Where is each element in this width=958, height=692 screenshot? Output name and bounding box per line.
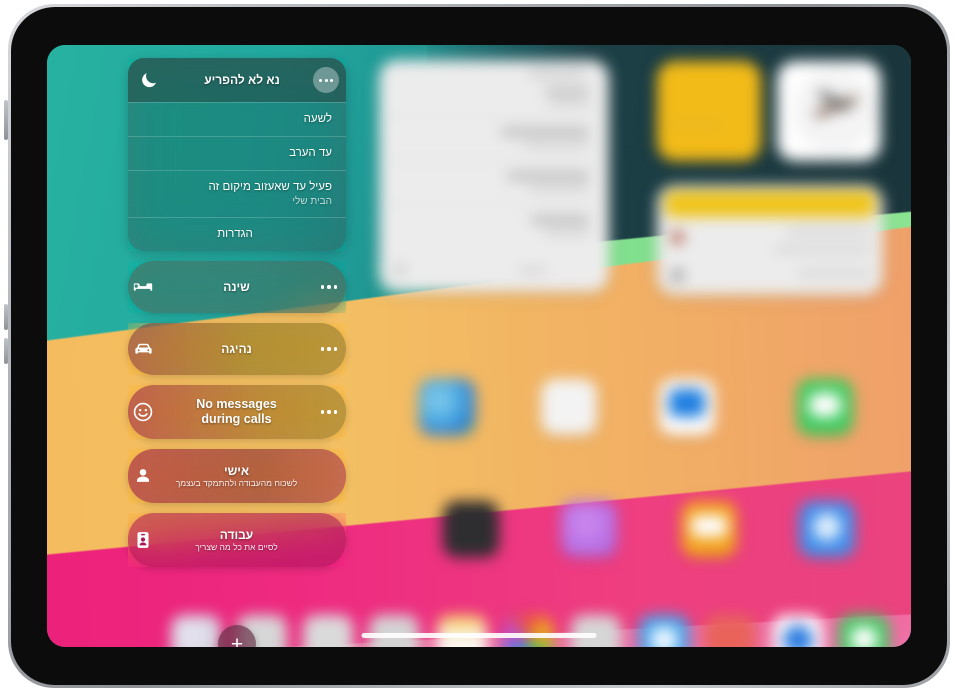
- option-label: פעיל עד שאעזוב מיקום זה: [208, 181, 332, 193]
- home-indicator[interactable]: [361, 633, 597, 638]
- focus-mode-no-messages-during-calls[interactable]: No messages during calls: [128, 385, 346, 439]
- dot-2: [327, 285, 331, 289]
- focus-mode-driving[interactable]: נהיגה: [128, 323, 346, 375]
- focus-mode-sleep[interactable]: שינה: [128, 261, 346, 313]
- dot-2: [327, 347, 331, 351]
- volume-button-up[interactable]: [4, 304, 8, 330]
- focus-mode-text: שינה: [169, 280, 304, 294]
- moon-icon: [135, 66, 163, 94]
- dot-1: [333, 347, 338, 351]
- dot-1: [333, 285, 338, 289]
- reminders-widget[interactable]: [657, 185, 883, 295]
- new-focus-section: + מצב ריכוז חדש: [128, 625, 346, 647]
- focus-mode-title: נהיגה: [221, 342, 252, 356]
- more-options-button[interactable]: [312, 332, 346, 366]
- add-focus-button[interactable]: +: [218, 625, 256, 647]
- focus-mode-personal[interactable]: אישי לשכוח מהעבודה ולהתמקד בעצמך: [128, 449, 346, 503]
- focus-mode-work[interactable]: עבודה לסיים את כל מה שצריך: [128, 513, 346, 567]
- option-label: עד הערב: [289, 147, 332, 159]
- more-options-button[interactable]: [313, 67, 339, 93]
- focus-mode-title: עבודה: [219, 527, 254, 542]
- notes-widget[interactable]: [657, 61, 761, 161]
- dock-icon-10-inner: [783, 625, 813, 647]
- focus-mode-subtitle: לסיים את כל מה שצריך: [195, 541, 278, 552]
- car-icon: [128, 334, 158, 364]
- dot-3: [319, 78, 322, 82]
- dnd-option-settings[interactable]: הגדרות: [128, 217, 346, 251]
- dot-1: [330, 78, 333, 82]
- app-icon-7-inner: [691, 515, 727, 537]
- focus-mode-title: שינה: [223, 280, 250, 294]
- dot-2: [324, 78, 328, 82]
- option-label: לשעה: [303, 113, 332, 125]
- dot-2: [327, 410, 331, 414]
- dock-icon-4[interactable]: [369, 615, 419, 647]
- focus-mode-text: עבודה לסיים את כל מה שצריך: [169, 528, 304, 553]
- more-options-button[interactable]: [312, 270, 346, 304]
- dock-icon-11-inner: [851, 627, 877, 647]
- volume-button-down[interactable]: [4, 338, 8, 364]
- do-not-disturb-header[interactable]: נא לא להפריע: [128, 58, 346, 102]
- do-not-disturb-card[interactable]: נא לא להפריע לשעה עד הערב פעיל עד שאעזוב…: [128, 58, 346, 251]
- focus-control-center: נא לא להפריע לשעה עד הערב פעיל עד שאעזוב…: [128, 58, 346, 577]
- calendar-widget[interactable]: [379, 60, 609, 292]
- dock-icon-9[interactable]: [705, 615, 755, 647]
- dock-icon-6[interactable]: [503, 615, 553, 647]
- bed-icon: [128, 272, 158, 302]
- dock-icon-8-inner: [651, 627, 677, 647]
- focus-mode-text: אישי לשכוח מהעבודה ולהתמקד בעצמך: [169, 464, 304, 489]
- id-badge-icon: [128, 525, 158, 555]
- focus-mode-text: נהיגה: [169, 342, 304, 356]
- power-button[interactable]: [4, 100, 8, 140]
- app-icon-6[interactable]: [561, 501, 617, 557]
- app-icon-1[interactable]: [419, 379, 475, 435]
- option-label: הגדרות: [217, 228, 253, 240]
- smiley-face-icon: [128, 397, 158, 427]
- do-not-disturb-label: נא לא להפריע: [204, 73, 280, 87]
- dot-3: [320, 410, 325, 414]
- plus-icon: +: [230, 632, 244, 648]
- dock-icon-5[interactable]: [437, 615, 487, 647]
- app-icon-3-inner: [669, 389, 705, 417]
- app-icon-5[interactable]: [443, 501, 499, 557]
- focus-mode-text: No messages during calls: [169, 397, 304, 427]
- app-icon-2[interactable]: [541, 379, 597, 435]
- dot-3: [320, 347, 325, 351]
- app-icon-8-inner: [813, 513, 841, 541]
- option-sublabel: הבית שלי: [292, 196, 332, 207]
- person-icon: [128, 461, 158, 491]
- app-icon-4-inner: [809, 393, 841, 417]
- dot-3: [320, 285, 325, 289]
- focus-mode-title: No messages during calls: [196, 397, 277, 426]
- dock-icon-7[interactable]: [571, 615, 621, 647]
- focus-mode-subtitle: לשכוח מהעבודה ולהתמקד בעצמך: [175, 477, 298, 488]
- focus-mode-title: אישי: [223, 463, 250, 478]
- dnd-option-until-evening[interactable]: עד הערב: [128, 136, 346, 170]
- clock-widget[interactable]: [777, 61, 881, 161]
- ipad-screen: נא לא להפריע לשעה עד הערב פעיל עד שאעזוב…: [47, 45, 911, 647]
- dnd-option-until-leave-location[interactable]: פעיל עד שאעזוב מיקום זה הבית שלי: [128, 170, 346, 217]
- dnd-option-for-an-hour[interactable]: לשעה: [128, 102, 346, 136]
- dot-1: [333, 410, 338, 414]
- more-options-button[interactable]: [312, 395, 346, 429]
